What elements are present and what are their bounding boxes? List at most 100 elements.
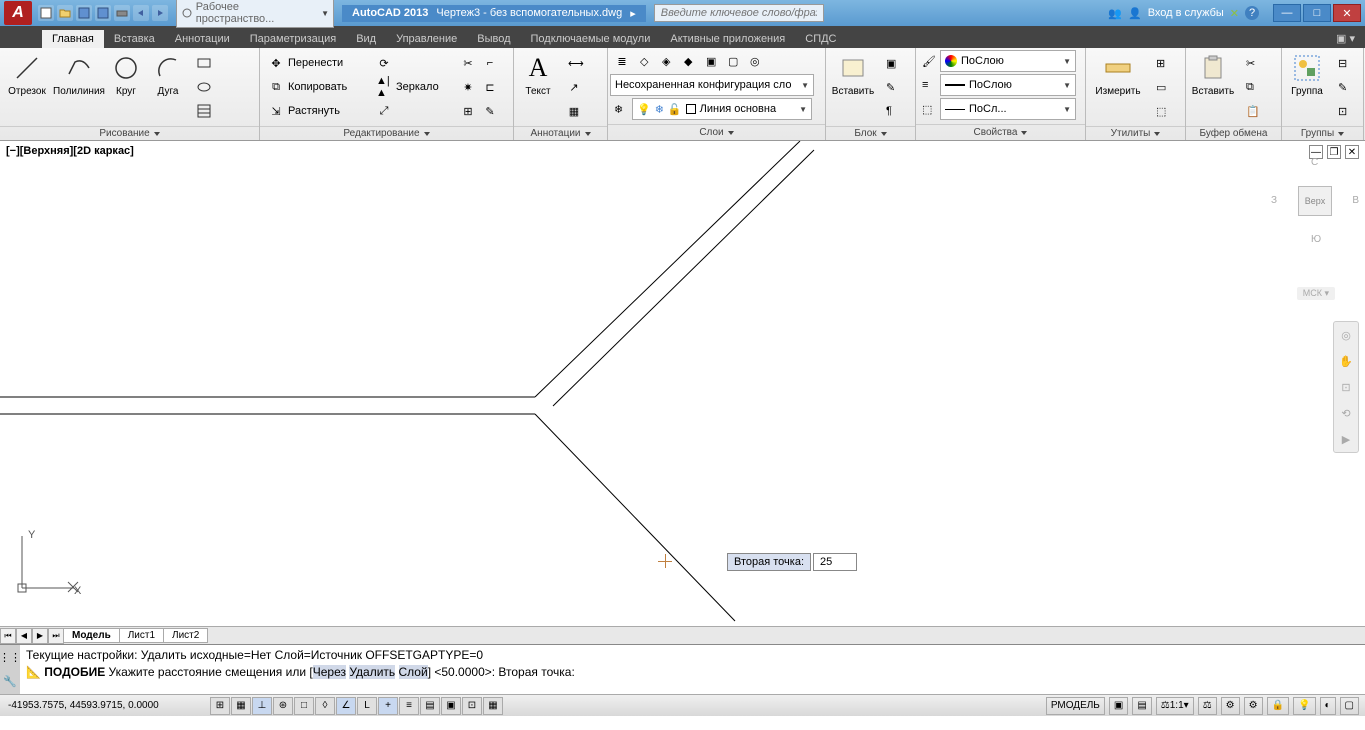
viewcube-south[interactable]: Ю [1311, 234, 1321, 245]
quickview-layouts-button[interactable]: ▣ [1109, 697, 1128, 715]
viewcube-west[interactable]: З [1271, 195, 1277, 206]
rotate-button[interactable]: ⟳ [372, 52, 452, 74]
open-icon[interactable] [57, 5, 73, 21]
plot-icon[interactable] [114, 5, 130, 21]
table-button[interactable]: ▦ [564, 100, 584, 122]
viewcube-north[interactable]: С [1311, 157, 1318, 168]
line-button[interactable]: Отрезок [2, 50, 52, 99]
stretch-button[interactable]: ⇲Растянуть [264, 100, 366, 122]
lineweight-dropdown[interactable]: ПоСлою▼ [940, 74, 1076, 96]
grid-toggle[interactable]: ▦ [231, 697, 251, 715]
copy-button[interactable]: ⧉Копировать [264, 76, 366, 98]
layer-tool5[interactable]: ▢ [724, 50, 744, 72]
scale-button[interactable]: ⤢ [372, 100, 452, 122]
panel-groups-label[interactable]: Группы [1282, 126, 1363, 140]
pan-icon[interactable]: ✋ [1337, 352, 1355, 370]
ungroup-button[interactable]: ⊟ [1334, 52, 1354, 74]
isolate-button[interactable]: ◐ [1320, 697, 1336, 715]
command-handle[interactable]: ⋮⋮ 🔧 [0, 645, 20, 694]
redo-icon[interactable] [152, 5, 168, 21]
tab-annotate[interactable]: Аннотации [165, 30, 240, 48]
hardware-accel-button[interactable]: 💡 [1293, 697, 1315, 715]
dyn-toggle[interactable]: + [378, 697, 398, 715]
am-toggle[interactable]: ▦ [483, 697, 503, 715]
text-button[interactable]: A Текст [516, 50, 560, 99]
sc-toggle[interactable]: ⊡ [462, 697, 482, 715]
qp-toggle[interactable]: ▣ [441, 697, 461, 715]
command-keyword[interactable]: Удалить [349, 665, 395, 679]
tab-apps[interactable]: Активные приложения [660, 30, 795, 48]
panel-annotation-label[interactable]: Аннотации [514, 126, 607, 140]
mirror-button[interactable]: ▲|▲Зеркало [372, 76, 452, 98]
coords-display[interactable]: -41953.7575, 44593.9715, 0.0000 [0, 700, 210, 711]
tab-insert[interactable]: Вставка [104, 30, 165, 48]
leader-button[interactable]: ↗ [564, 76, 584, 98]
panel-utilities-label[interactable]: Утилиты [1086, 126, 1185, 140]
search-input[interactable] [654, 4, 824, 22]
viewcube-east[interactable]: В [1352, 195, 1359, 206]
close-button[interactable]: ✕ [1333, 4, 1361, 22]
quickview-drawings-button[interactable]: ▤ [1132, 697, 1151, 715]
dynamic-input-field[interactable] [813, 553, 857, 571]
new-icon[interactable] [38, 5, 54, 21]
viewcube-face[interactable]: Верх [1298, 186, 1332, 216]
block-create-button[interactable]: ▣ [882, 52, 902, 74]
array-button[interactable]: ⊞ [458, 100, 478, 122]
layer-tool3[interactable]: ◆ [680, 50, 700, 72]
layer-tool2[interactable]: ◈ [658, 50, 678, 72]
help-icon[interactable]: ? [1245, 6, 1259, 20]
selectall-button[interactable]: ⬚ [1152, 100, 1172, 122]
layer-tool4[interactable]: ▣ [702, 50, 722, 72]
rect-button[interactable] [192, 52, 216, 74]
layer-tool6[interactable]: ◎ [746, 50, 766, 72]
polar-toggle[interactable]: ⊛ [273, 697, 293, 715]
offset-button[interactable]: ⊏ [480, 76, 500, 98]
workspace-dropdown[interactable]: Рабочее пространство... ▼ [176, 0, 334, 28]
tab-next-button[interactable]: ▶ [32, 628, 48, 644]
3dosnap-toggle[interactable]: ◊ [315, 697, 335, 715]
panel-draw-label[interactable]: Рисование [0, 126, 259, 140]
maximize-button[interactable]: □ [1303, 4, 1331, 22]
move-button[interactable]: ✥Перенести [264, 52, 366, 74]
transparency-button[interactable]: ⬚ [918, 98, 938, 120]
panel-layers-label[interactable]: Слои [608, 124, 825, 140]
workspace-switch-button[interactable]: ⚙ [1244, 697, 1263, 715]
color-dropdown[interactable]: ПоСлою▼ [940, 50, 1076, 72]
hatch-button[interactable] [192, 100, 216, 122]
user-icon[interactable]: 👤 [1128, 7, 1142, 20]
panel-modify-label[interactable]: Редактирование [260, 126, 513, 140]
arc-button[interactable]: Дуга [148, 50, 188, 99]
tab-output[interactable]: Вывод [467, 30, 520, 48]
block-edit-button[interactable]: ✎ [882, 76, 902, 98]
cut-button[interactable]: ✂ [1242, 52, 1262, 74]
ucs-label[interactable]: МСК ▾ [1297, 287, 1335, 300]
saveas-icon[interactable] [95, 5, 111, 21]
tab-layout2[interactable]: Лист2 [163, 628, 208, 643]
snap-toggle[interactable]: ⊞ [210, 697, 230, 715]
clean-screen-button[interactable]: ▢ [1340, 697, 1359, 715]
annoscale-button[interactable]: ⚖ 1:1 ▾ [1156, 697, 1194, 715]
orbit-icon[interactable]: ⟲ [1337, 404, 1355, 422]
paste-special-button[interactable]: 📋 [1242, 100, 1262, 122]
showmotion-icon[interactable]: ▶ [1337, 430, 1355, 448]
command-keyword[interactable]: Слой [399, 665, 428, 679]
annoautoscale-button[interactable]: ⚙ [1221, 697, 1240, 715]
layer-dropdown[interactable]: 💡❄🔓 Линия основна▼ [632, 98, 812, 120]
exchange-icon[interactable]: ✕ [1230, 7, 1239, 20]
tab-first-button[interactable]: ⏮ [0, 628, 16, 644]
block-attrib-button[interactable]: ¶ [882, 100, 902, 122]
match-properties-button[interactable]: 🖌 [918, 50, 938, 72]
ducs-toggle[interactable]: L [357, 697, 377, 715]
tab-manage[interactable]: Управление [386, 30, 467, 48]
group-button[interactable]: Группа [1284, 50, 1330, 99]
fillet-button[interactable]: ⌐ [480, 52, 500, 74]
zoom-extents-icon[interactable]: ⊡ [1337, 378, 1355, 396]
polyline-button[interactable]: Полилиния [54, 50, 104, 99]
copy-clip-button[interactable]: ⧉ [1242, 76, 1262, 98]
measure-button[interactable]: Измерить [1088, 50, 1148, 99]
ribbon-extra-icon[interactable]: ▣ ▾ [1326, 29, 1365, 48]
layer-tool1[interactable]: ◇ [636, 50, 656, 72]
tab-prev-button[interactable]: ◀ [16, 628, 32, 644]
viewcube[interactable]: С З В Ю Верх [1285, 171, 1345, 231]
layer-freeze-button[interactable]: ❄ [610, 98, 630, 120]
